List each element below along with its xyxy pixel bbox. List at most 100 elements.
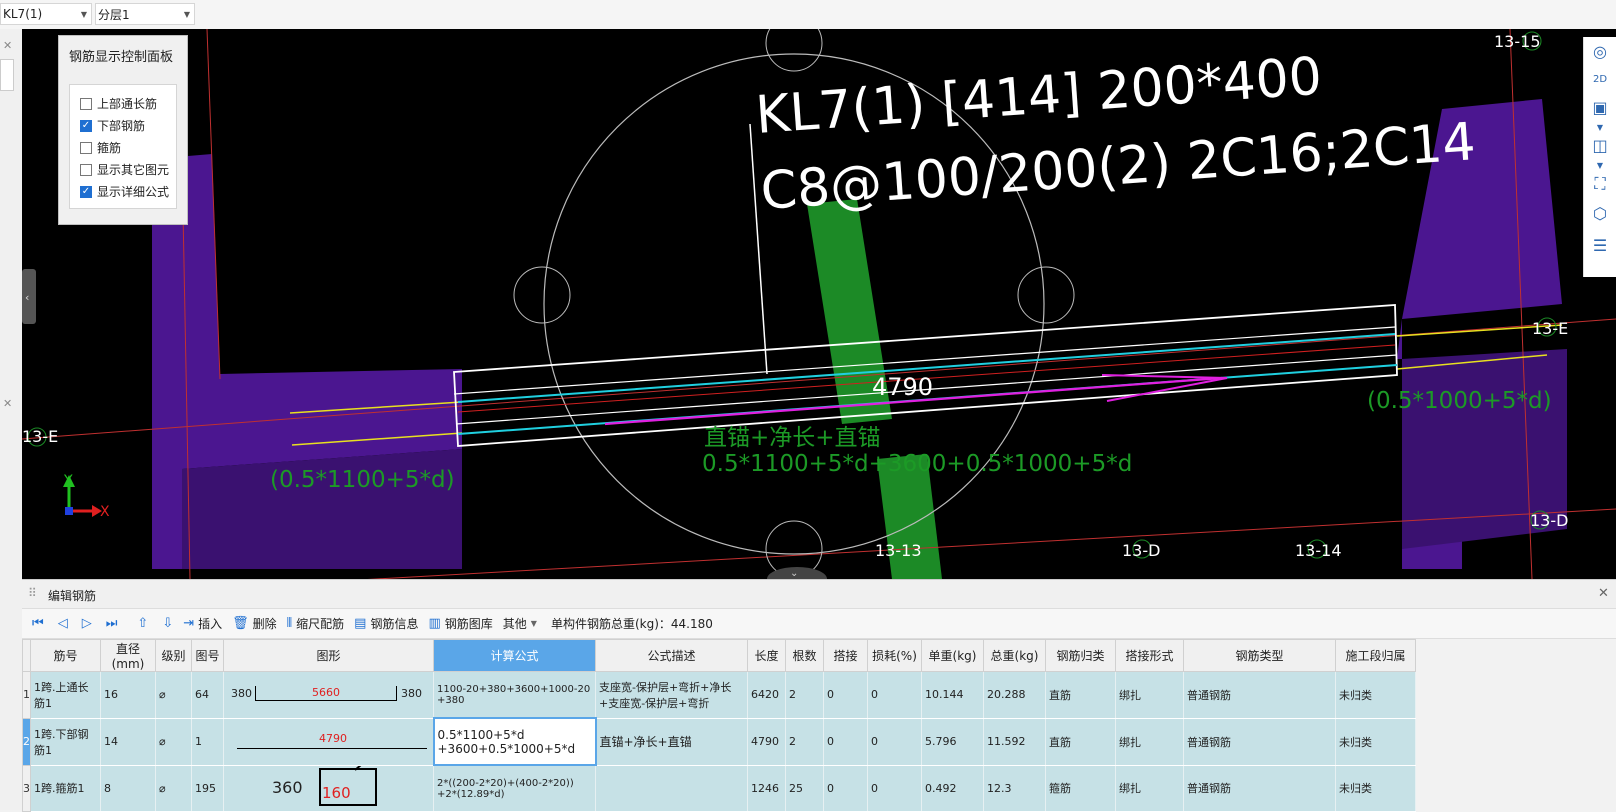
cell-name[interactable]: 1跨.箍筋1 xyxy=(30,764,101,812)
cell-section[interactable]: 未归类 xyxy=(1335,717,1416,766)
cell-loss[interactable]: 0 xyxy=(867,764,922,812)
table-row-selected[interactable]: 2 1跨.下部钢筋1 14 ⌀ 1 4790 0.5*1100+5*d +360… xyxy=(22,717,1416,766)
cell-diameter[interactable]: 14 xyxy=(100,717,156,766)
cell-loss[interactable]: 0 xyxy=(867,671,922,719)
checkbox-unchecked[interactable] xyxy=(80,141,92,154)
close-icon[interactable]: ✕ xyxy=(3,397,12,410)
table-row[interactable]: 1 1跨.上通长筋1 16 ⌀ 64 380 5660 380 1100-20+… xyxy=(22,671,1416,719)
next-record-icon[interactable]: ▷ xyxy=(82,616,92,631)
insert-button[interactable]: ⇥ 插入 xyxy=(183,615,222,632)
2d-view-icon[interactable]: 2D xyxy=(1589,69,1611,91)
cell-count[interactable]: 2 xyxy=(785,671,824,719)
cell-unit-weight[interactable]: 10.144 xyxy=(921,671,984,719)
prev-record-icon[interactable]: ◁ xyxy=(58,616,68,631)
cell-grade[interactable]: ⌀ xyxy=(155,671,192,719)
cell-count[interactable]: 25 xyxy=(785,764,824,812)
cell-name[interactable]: 1跨.下部钢筋1 xyxy=(30,717,101,766)
scale-rebar-button[interactable]: ⫴ 缩尺配筋 xyxy=(287,615,344,632)
col-header[interactable]: 搭接 xyxy=(823,639,868,672)
cell-formula-editing[interactable]: 0.5*1100+5*d +3600+0.5*1000+5*d xyxy=(432,717,597,766)
col-header[interactable]: 筋号 xyxy=(30,639,101,672)
col-header[interactable]: 钢筋类型 xyxy=(1183,639,1336,672)
col-header[interactable]: 图号 xyxy=(191,639,224,672)
table-row[interactable]: 3 1跨.箍筋1 8 ⌀ 195 360 160 2*((200-2*20)+(… xyxy=(22,764,1416,812)
cell-desc[interactable]: 支座宽-保护层+弯折+净长+支座宽-保护层+弯折 xyxy=(595,671,748,719)
cell-diameter[interactable]: 8 xyxy=(100,764,156,812)
cell-shape-no[interactable]: 195 xyxy=(191,764,224,812)
cell-total-weight[interactable]: 20.288 xyxy=(983,671,1046,719)
col-header[interactable]: 钢筋归类 xyxy=(1045,639,1116,672)
cell-total-weight[interactable]: 12.3 xyxy=(983,764,1046,812)
col-header[interactable]: 总重(kg) xyxy=(983,639,1046,672)
cell-loss[interactable]: 0 xyxy=(867,717,922,766)
delete-button[interactable]: 🗑 删除 xyxy=(232,615,277,632)
cell-total-weight[interactable]: 11.592 xyxy=(983,717,1046,766)
first-record-icon[interactable]: ⏮ xyxy=(32,616,44,631)
col-header[interactable]: 施工段归属 xyxy=(1335,639,1416,672)
cell-length[interactable]: 1246 xyxy=(747,764,786,812)
cell-lap[interactable]: 0 xyxy=(823,764,868,812)
display-settings-icon[interactable]: ☰ xyxy=(1589,235,1611,257)
cell-grade[interactable]: ⌀ xyxy=(155,717,192,766)
cell-shape[interactable]: 4790 xyxy=(223,717,434,766)
rotate-view-icon[interactable]: ◎ xyxy=(1589,41,1611,63)
col-header[interactable]: 搭接形式 xyxy=(1115,639,1184,672)
option-stirrup[interactable]: 箍筋 xyxy=(80,139,121,156)
cell-category[interactable]: 箍筋 xyxy=(1045,764,1116,812)
rebar-library-button[interactable]: ▥ 钢筋图库 xyxy=(428,615,492,632)
other-dropdown[interactable]: 其他 ▼ xyxy=(503,615,537,632)
cell-lap[interactable]: 0 xyxy=(823,717,868,766)
col-header[interactable]: 单重(kg) xyxy=(921,639,984,672)
cell-shape-no[interactable]: 1 xyxy=(191,717,224,766)
cell-name[interactable]: 1跨.上通长筋1 xyxy=(30,671,101,719)
row-index[interactable]: 2 xyxy=(22,717,31,766)
col-header[interactable]: 直径(mm) xyxy=(100,639,156,672)
cell-lap[interactable]: 0 xyxy=(823,671,868,719)
layer-select[interactable]: 分层1 ▼ xyxy=(95,3,195,25)
close-icon[interactable]: ✕ xyxy=(3,39,12,52)
option-show-detailed-formula[interactable]: ✓ 显示详细公式 xyxy=(80,183,169,200)
cell-category[interactable]: 直筋 xyxy=(1045,717,1116,766)
cell-shape[interactable]: 380 5660 380 xyxy=(223,671,434,719)
col-header[interactable]: 图形 xyxy=(223,639,434,672)
move-down-icon[interactable]: ⇩ xyxy=(162,616,173,631)
cell-section[interactable]: 未归类 xyxy=(1335,671,1416,719)
cell-unit-weight[interactable]: 5.796 xyxy=(921,717,984,766)
cell-length[interactable]: 4790 xyxy=(747,717,786,766)
cell-grade[interactable]: ⌀ xyxy=(155,764,192,812)
cell-rebar-type[interactable]: 普通钢筋 xyxy=(1183,671,1336,719)
col-header[interactable]: 公式描述 xyxy=(595,639,748,672)
checkbox-unchecked[interactable] xyxy=(80,163,92,176)
cube-icon[interactable]: ◫ xyxy=(1589,135,1611,157)
component-select[interactable]: KL7(1) ▼ xyxy=(0,3,92,25)
col-header[interactable]: 损耗(%) xyxy=(867,639,922,672)
cell-rebar-type[interactable]: 普通钢筋 xyxy=(1183,764,1336,812)
cell-unit-weight[interactable]: 0.492 xyxy=(921,764,984,812)
fit-view-icon[interactable]: ⛶ xyxy=(1589,173,1611,195)
close-icon[interactable]: ✕ xyxy=(1598,586,1609,601)
left-collapsed-panel[interactable] xyxy=(0,59,14,91)
col-header-selected[interactable]: 计算公式 xyxy=(433,639,596,672)
cell-diameter[interactable]: 16 xyxy=(100,671,156,719)
cell-lap-type[interactable]: 绑扎 xyxy=(1115,717,1184,766)
last-record-icon[interactable]: ⏭ xyxy=(106,616,118,631)
checkbox-checked[interactable]: ✓ xyxy=(80,119,92,132)
col-header[interactable]: 级别 xyxy=(155,639,192,672)
cell-desc[interactable] xyxy=(595,764,748,812)
cell-shape-no[interactable]: 64 xyxy=(191,671,224,719)
cell-length[interactable]: 6420 xyxy=(747,671,786,719)
cell-section[interactable]: 未归类 xyxy=(1335,764,1416,812)
cell-desc[interactable]: 直锚+净长+直锚 xyxy=(595,717,748,766)
option-top-through-rebar[interactable]: 上部通长筋 xyxy=(80,95,157,112)
drag-handle-icon[interactable]: ⠿ xyxy=(28,586,37,600)
option-bottom-rebar[interactable]: ✓ 下部钢筋 xyxy=(80,117,145,134)
cell-category[interactable]: 直筋 xyxy=(1045,671,1116,719)
3d-viewport[interactable]: KL7(1) [414] 200*400 C8@100/200(2) 2C16;… xyxy=(22,29,1616,579)
cell-lap-type[interactable]: 绑扎 xyxy=(1115,764,1184,812)
layer-visibility-icon[interactable]: ⬡ xyxy=(1589,203,1611,225)
move-up-icon[interactable]: ⇧ xyxy=(137,616,148,631)
rebar-info-button[interactable]: ▤ 钢筋信息 xyxy=(354,615,418,632)
3d-box-icon[interactable]: ▣ xyxy=(1589,97,1611,119)
checkbox-unchecked[interactable] xyxy=(80,97,92,110)
cell-lap-type[interactable]: 绑扎 xyxy=(1115,671,1184,719)
